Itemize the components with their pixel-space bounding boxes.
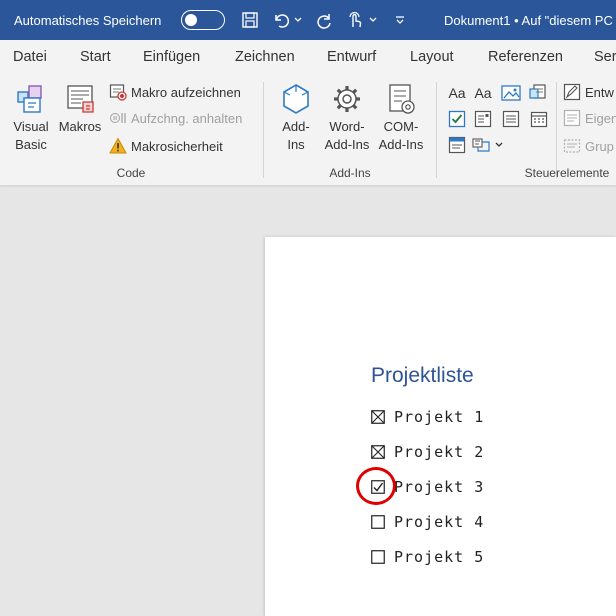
properties-icon — [562, 108, 582, 128]
list-item-label: Projekt 4 — [394, 513, 485, 531]
tab-start[interactable]: Start — [80, 40, 111, 74]
highlight-circle — [356, 467, 396, 505]
date-picker-content-control-icon[interactable] — [528, 108, 550, 130]
rich-text-content-control-icon[interactable]: Aa — [446, 82, 468, 104]
macros-label: Makros — [58, 119, 102, 134]
document-heading[interactable]: Projektliste — [371, 364, 474, 388]
tab-zeichnen[interactable]: Zeichnen — [235, 40, 295, 74]
empty-checkbox-icon[interactable] — [371, 515, 385, 529]
properties-button[interactable]: Eigen — [562, 106, 616, 130]
group-separator — [436, 82, 437, 178]
record-macro-icon — [108, 82, 128, 102]
macro-security-button[interactable]: Makrosicherheit — [108, 134, 223, 158]
tab-referenzen[interactable]: Referenzen — [488, 40, 563, 74]
addins-group-label: Add-Ins — [329, 166, 371, 180]
tab-entwurf[interactable]: Entwurf — [327, 40, 376, 74]
list-item-label: Projekt 5 — [394, 548, 485, 566]
addins-hexagon-icon — [283, 84, 309, 114]
record-macro-label: Makro aufzeichnen — [131, 84, 241, 100]
list-item-projekt-2[interactable]: Projekt 2 — [371, 440, 484, 464]
com-addins-label-1: COM- — [383, 119, 419, 134]
visual-basic-label-2: Basic — [15, 137, 47, 152]
group-separator — [556, 82, 557, 178]
com-addins-icon — [389, 84, 415, 114]
undo-dropdown-chevron-icon[interactable] — [293, 0, 303, 40]
undo-icon[interactable] — [270, 0, 292, 40]
plain-text-content-control-icon[interactable]: Aa — [472, 82, 494, 104]
tab-layout[interactable]: Layout — [410, 40, 454, 74]
group-button[interactable]: Grup — [562, 134, 614, 158]
touch-mode-icon[interactable] — [344, 0, 366, 40]
legacy-tools-chevron-icon[interactable] — [493, 134, 505, 156]
visual-basic-icon — [17, 85, 42, 113]
tab-einfuegen[interactable]: Einfügen — [143, 40, 200, 74]
list-item-projekt-5[interactable]: Projekt 5 — [371, 545, 484, 569]
word-addins-label-1: Word- — [329, 119, 365, 134]
crossed-checkbox-icon[interactable] — [371, 410, 385, 424]
document-title: Dokument1 • Auf "diesem PC — [444, 12, 613, 28]
visual-basic-label-1: Visual — [13, 119, 49, 134]
list-item-label: Projekt 2 — [394, 443, 485, 461]
design-mode-label: Entw — [585, 84, 614, 100]
redo-icon[interactable] — [314, 0, 336, 40]
visual-basic-button[interactable]: Visual Basic — [8, 82, 54, 154]
properties-label: Eigen — [585, 110, 616, 126]
group-label: Grup — [585, 138, 614, 154]
com-addins-label-2: Add-Ins — [378, 137, 424, 152]
macros-button[interactable]: Makros — [56, 82, 104, 136]
gear-icon — [334, 86, 360, 112]
com-addins-button[interactable]: COM- Add-Ins — [374, 82, 428, 154]
record-macro-button[interactable]: Makro aufzeichnen — [108, 80, 241, 104]
save-icon[interactable] — [238, 0, 262, 40]
list-item-label: Projekt 1 — [394, 408, 485, 426]
repeating-section-control-icon[interactable] — [446, 134, 468, 156]
autosave-toggle[interactable] — [181, 0, 225, 40]
crossed-checkbox-icon[interactable] — [371, 445, 385, 459]
pause-recording-label: Aufzchng. anhalten — [131, 110, 243, 126]
touch-dropdown-chevron-icon[interactable] — [368, 0, 378, 40]
macro-security-label: Makrosicherheit — [131, 138, 223, 154]
group-separator — [263, 82, 264, 178]
word-addins-button[interactable]: Word- Add-Ins — [320, 82, 374, 154]
ribbon: Visual Basic Makros Makro aufzeichnen Au… — [0, 74, 616, 186]
pause-recording-button[interactable]: Aufzchng. anhalten — [108, 106, 242, 130]
list-item-projekt-4[interactable]: Projekt 4 — [371, 510, 484, 534]
addins-label-2: Ins — [287, 137, 305, 152]
building-block-control-icon[interactable] — [528, 82, 550, 104]
design-mode-button[interactable]: Entw — [562, 80, 614, 104]
picture-content-control-icon[interactable] — [500, 82, 522, 104]
list-item-label: Projekt 3 — [394, 478, 485, 496]
warning-icon — [108, 136, 128, 156]
empty-checkbox-icon[interactable] — [371, 550, 385, 564]
customize-icon[interactable] — [392, 0, 408, 40]
dropdown-list-content-control-icon[interactable] — [500, 108, 522, 130]
design-mode-icon — [562, 82, 582, 102]
addins-label-1: Add- — [282, 119, 310, 134]
ribbon-tabs: Datei Start Einfügen Zeichnen Entwurf La… — [0, 40, 616, 74]
code-group-label: Code — [116, 166, 146, 180]
word-addins-label-2: Add-Ins — [324, 137, 370, 152]
addins-button[interactable]: Add- Ins — [272, 82, 320, 154]
list-item-projekt-1[interactable]: Projekt 1 — [371, 405, 484, 429]
group-icon — [562, 136, 582, 156]
checkbox-content-control-icon[interactable] — [446, 108, 468, 130]
pause-icon — [108, 108, 128, 128]
controls-group-label: Steuerelemente — [524, 166, 610, 180]
legacy-tools-icon[interactable] — [472, 134, 492, 156]
tab-datei[interactable]: Datei — [13, 40, 47, 74]
title-bar: Automatisches Speichern Dokument1 • Auf … — [0, 0, 616, 40]
combobox-content-control-icon[interactable] — [472, 108, 494, 130]
tab-sendungen[interactable]: Ser — [594, 40, 616, 74]
autosave-label: Automatisches Speichern — [14, 12, 162, 28]
macros-icon — [67, 85, 94, 113]
